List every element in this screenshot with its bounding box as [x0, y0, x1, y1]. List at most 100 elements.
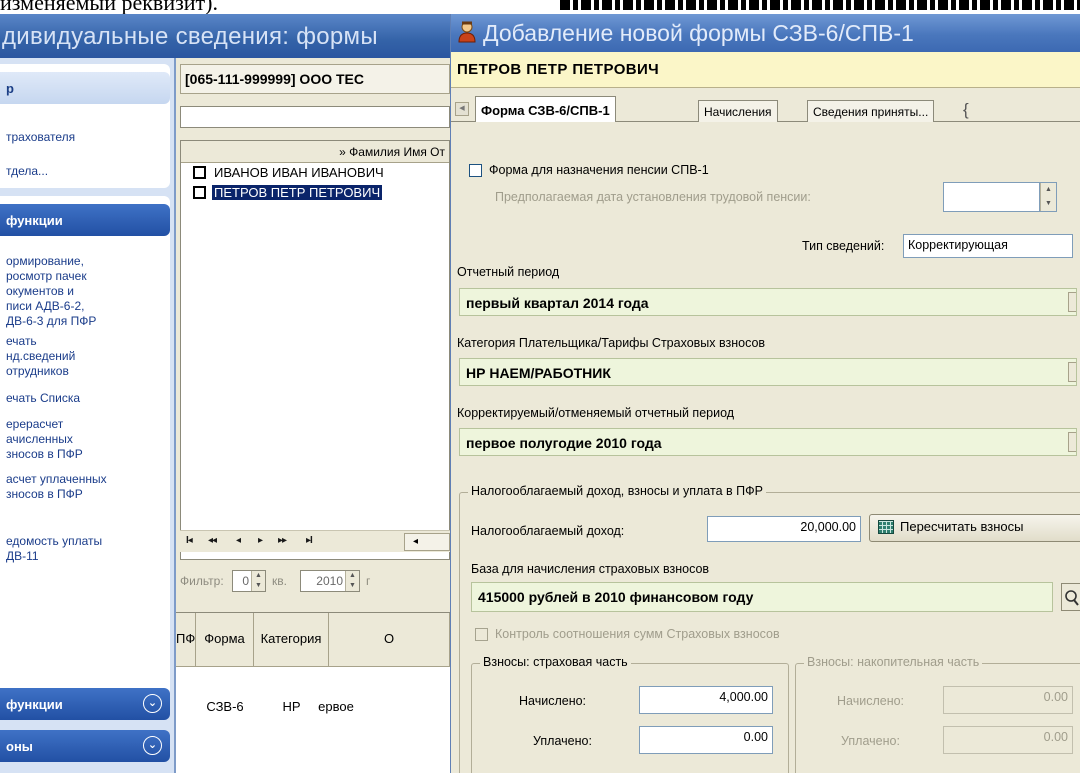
funded-paid-input[interactable]: 0.00	[943, 726, 1073, 754]
funded-accrued-input[interactable]: 0.00	[943, 686, 1073, 714]
pension-date-label: Предполагаемая дата установления трудово…	[495, 190, 811, 204]
background-window-titlebar[interactable]: дивидуальные сведения: формы	[0, 14, 450, 58]
report-period-field[interactable]: первый квартал 2014 года	[459, 288, 1077, 316]
sidebar-functions-header[interactable]: функции	[0, 204, 170, 236]
funded-paid-label: Уплачено:	[841, 734, 900, 748]
employee-name: ИВАНОВ ИВАН ИВАНОВИЧ	[214, 165, 384, 180]
quarter-spinner[interactable]: 0 ▲ ▼	[232, 570, 266, 592]
sidebar-item-insurer[interactable]: трахователя	[6, 130, 75, 145]
control-ratio-checkbox[interactable]	[475, 628, 488, 641]
pension-date-input[interactable]	[943, 182, 1053, 212]
row-checkbox[interactable]	[193, 166, 206, 179]
table-row[interactable]: ИВАНОВ ИВАН ИВАНОВИЧ	[181, 163, 449, 183]
corrected-period-field[interactable]: первое полугодие 2010 года	[459, 428, 1077, 456]
forms-grid: ПФ Форма Категория О СЗВ-6 НР ервое	[176, 612, 450, 773]
row-checkbox[interactable]	[193, 186, 206, 199]
sidebar-top-header[interactable]: р	[0, 72, 170, 104]
corrected-period-dropdown-icon[interactable]	[1068, 432, 1076, 452]
column-header-fio[interactable]: » Фамилия Имя От	[181, 141, 449, 163]
column-header-pf[interactable]: ПФ	[176, 613, 196, 667]
search-input[interactable]	[180, 106, 450, 128]
insurance-accrued-label: Начислено:	[519, 694, 587, 708]
sidebar-section-zones[interactable]: оны ⌄	[0, 730, 170, 762]
search-icon[interactable]	[1061, 583, 1080, 611]
column-header-category[interactable]: Категория	[254, 613, 329, 667]
income-input[interactable]: 20,000.00	[707, 516, 861, 542]
dialog-titlebar[interactable]: Добавление новой формы СЗВ-6/СПВ-1	[451, 14, 1080, 52]
column-header-form[interactable]: Форма	[196, 613, 254, 667]
tab-accruals[interactable]: Начисления	[698, 100, 778, 122]
sidebar-section-functions[interactable]: функции ⌄	[0, 688, 170, 720]
add-form-dialog: Добавление новой формы СЗВ-6/СПВ-1 ПЕТРО…	[450, 14, 1080, 773]
sidebar-item-print-list[interactable]: ечать Списка	[6, 391, 80, 406]
corrected-period-value: первое полугодие 2010 года	[466, 435, 662, 451]
employee-name: ПЕТРОВ ПЕТР ПЕТРОВИЧ	[212, 185, 383, 200]
control-ratio-label: Контроль соотношения сумм Страховых взно…	[495, 627, 780, 641]
document-heading-fragment	[560, 0, 1080, 10]
sidebar-section-functions-label: функции	[6, 697, 63, 712]
report-period-label: Отчетный период	[457, 265, 560, 279]
prev-record-button[interactable]: ◂	[236, 535, 241, 549]
insurance-paid-input[interactable]: 0.00	[639, 726, 773, 754]
pension-date-spinner[interactable]: ▲ ▼	[1039, 182, 1057, 212]
corrected-period-label: Корректируемый/отменяемый отчетный перио…	[457, 406, 735, 420]
document-strip: изменяемый реквизит).	[0, 0, 1080, 14]
spinner-arrows-icon[interactable]: ▲ ▼	[1040, 183, 1056, 211]
quarter-value: 0	[242, 574, 249, 588]
sidebar-item-payment-statement[interactable]: едомость уплаты ДВ-11	[6, 534, 102, 564]
income-label: Налогооблагаемый доход:	[471, 524, 625, 538]
cell-period[interactable]: ервое	[316, 699, 356, 714]
spinner-arrows-icon[interactable]: ▲ ▼	[345, 571, 359, 591]
year-suffix: г	[366, 574, 371, 588]
navigation-bar: I◂ ◂◂ ◂ ▸ ▸▸ ▸I ◂	[180, 530, 450, 552]
first-record-button[interactable]: I◂	[186, 535, 193, 549]
base-field[interactable]: 415000 рублей в 2010 финансовом году	[471, 582, 1053, 612]
tab-overflow-icon: {	[963, 100, 969, 119]
table-row-selected[interactable]: ПЕТРОВ ПЕТР ПЕТРОВИЧ	[181, 183, 449, 203]
category-dropdown-icon[interactable]	[1068, 362, 1076, 382]
sidebar: р трахователя тдела... функции ормирован…	[0, 58, 176, 773]
category-label: Категория Плательщика/Тарифы Страховых в…	[457, 336, 766, 350]
sidebar-item-forming-packs[interactable]: ормирование, росмотр пачек окументов и п…	[6, 254, 96, 329]
prev-page-button[interactable]: ◂◂	[208, 535, 217, 549]
cell-form[interactable]: СЗВ-6	[196, 699, 254, 714]
income-group-title: Налогооблагаемый доход, взносы и уплата …	[468, 484, 766, 498]
tab-form-szv6[interactable]: Форма СЗВ-6/СПВ-1	[475, 96, 616, 123]
base-value: 415000 рублей в 2010 финансовом году	[478, 589, 754, 605]
sidebar-item-print-individual[interactable]: ечать нд.сведений отрудников	[6, 334, 75, 379]
insurance-accrued-input[interactable]: 4,000.00	[639, 686, 773, 714]
chevron-down-icon[interactable]: ⌄	[143, 736, 162, 755]
insurance-group-title: Взносы: страховая часть	[480, 655, 631, 669]
user-icon	[458, 21, 476, 43]
document-text: изменяемый реквизит).	[0, 0, 218, 14]
last-record-button[interactable]: ▸I	[306, 535, 313, 549]
recalc-button-label: Пересчитать взносы	[900, 519, 1024, 534]
sidebar-section-zones-label: оны	[6, 739, 33, 754]
year-spinner[interactable]: 2010 ▲ ▼	[300, 570, 360, 592]
info-type-field[interactable]: Корректирующая	[903, 234, 1073, 258]
background-window-title: дивидуальные сведения: формы	[2, 23, 378, 50]
funded-accrued-label: Начислено:	[837, 694, 905, 708]
sidebar-item-department[interactable]: тдела...	[6, 164, 48, 179]
next-record-button[interactable]: ▸	[258, 535, 263, 549]
category-field[interactable]: НР НАЕМ/РАБОТНИК	[459, 358, 1077, 386]
report-period-value: первый квартал 2014 года	[466, 295, 649, 311]
sidebar-item-calc-paid[interactable]: асчет уплаченных зносов в ПФР	[6, 472, 107, 502]
chevron-down-icon[interactable]: ⌄	[143, 694, 162, 713]
next-page-button[interactable]: ▸▸	[278, 535, 287, 549]
tab-scroll-left-icon[interactable]: ◀	[455, 102, 469, 116]
recalc-button[interactable]: Пересчитать взносы	[869, 514, 1080, 542]
spinner-arrows-icon[interactable]: ▲ ▼	[251, 571, 265, 591]
person-name-bar: ПЕТРОВ ПЕТР ПЕТРОВИЧ	[451, 52, 1080, 88]
funded-group: Взносы: накопительная часть	[795, 655, 1080, 773]
report-period-dropdown-icon[interactable]	[1068, 292, 1076, 312]
spv1-checkbox[interactable]	[469, 164, 482, 177]
quarter-label: кв.	[272, 574, 287, 588]
column-header-period[interactable]: О	[329, 613, 450, 667]
tab-accepted[interactable]: Сведения приняты...	[807, 100, 935, 122]
organization-label: [065-111-999999] ООО ТЕС	[180, 64, 450, 94]
horizontal-scroll-left[interactable]: ◂	[404, 533, 450, 551]
year-value: 2010	[316, 574, 343, 588]
calculator-icon	[878, 520, 894, 534]
sidebar-item-recalc-accrued[interactable]: ерерасчет ачисленных зносов в ПФР	[6, 417, 83, 462]
